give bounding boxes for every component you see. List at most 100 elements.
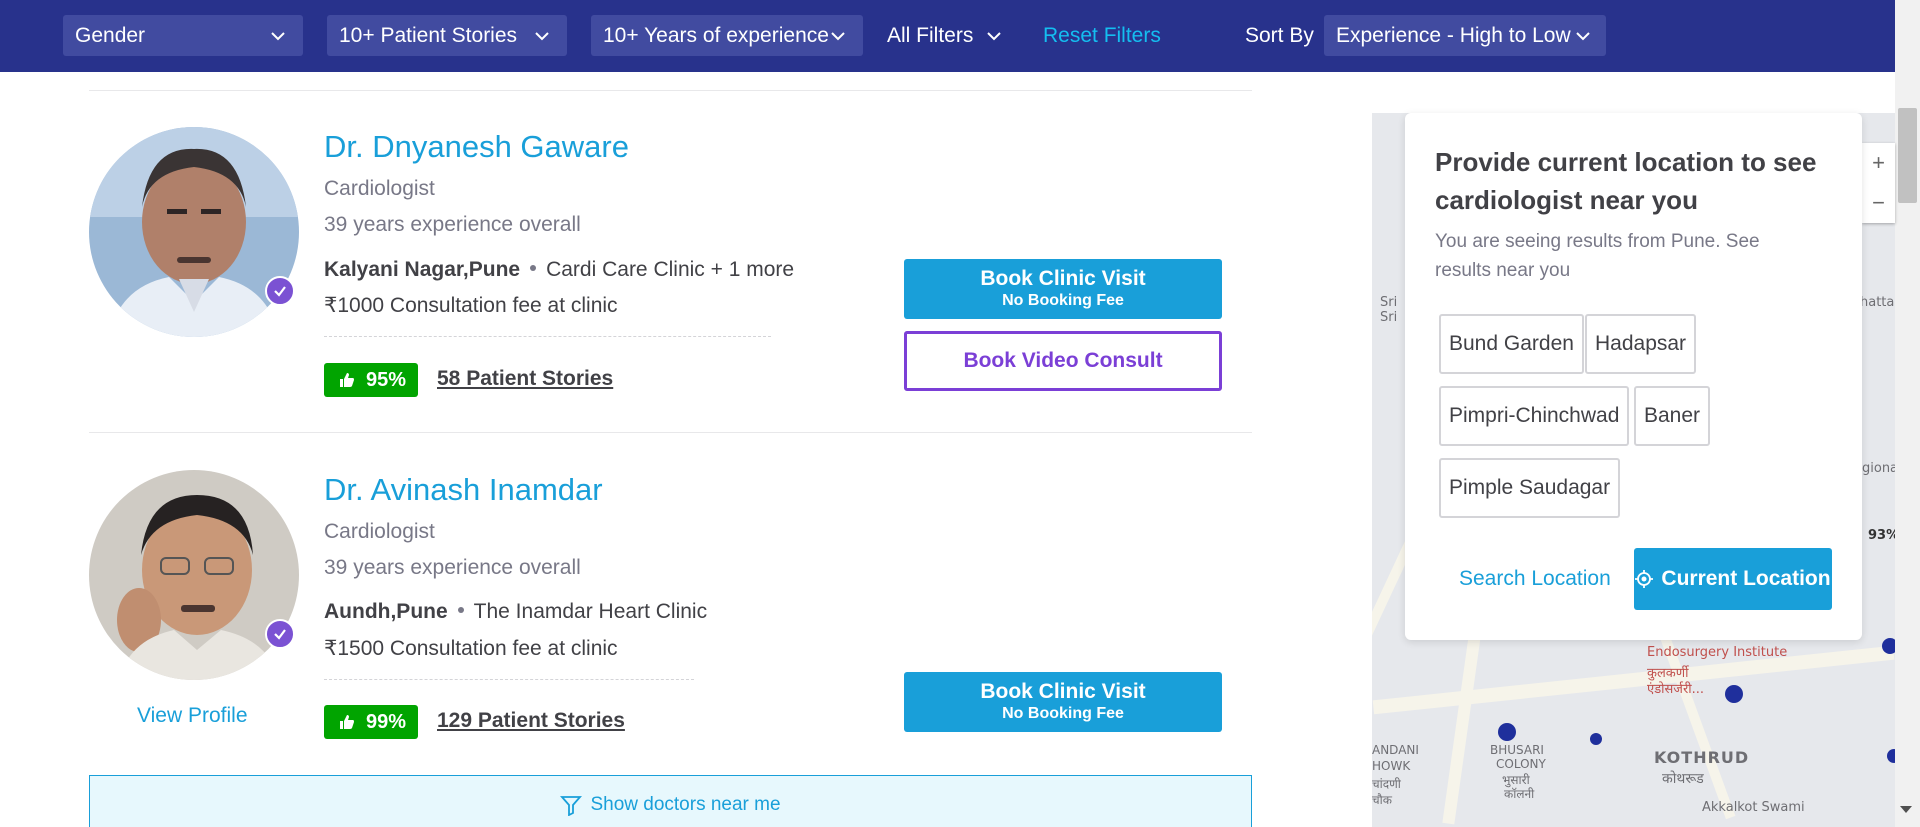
book-clinic-visit-button[interactable]: Book Clinic Visit No Booking Fee bbox=[904, 259, 1222, 319]
chevron-down-icon bbox=[271, 32, 285, 41]
map-label: ANDANI bbox=[1372, 743, 1419, 757]
gender-filter[interactable]: Gender bbox=[63, 15, 303, 56]
map-label: चौक bbox=[1372, 793, 1392, 807]
dashed-divider bbox=[324, 679, 694, 680]
sort-by-label: Sort By bbox=[1245, 23, 1314, 47]
current-location-label: Current Location bbox=[1661, 567, 1831, 590]
doctor-photo[interactable] bbox=[89, 470, 299, 680]
map-label: COLONY bbox=[1496, 757, 1546, 771]
map-label: चांदणी bbox=[1372, 777, 1401, 791]
verified-badge-icon bbox=[265, 276, 295, 306]
doctor-name[interactable]: Dr. Dnyanesh Gaware bbox=[324, 129, 629, 165]
chevron-down-icon bbox=[987, 31, 1002, 40]
locate-target-icon bbox=[1635, 570, 1654, 588]
clinic-name[interactable]: The Inamdar Heart Clinic bbox=[474, 600, 707, 623]
book-clinic-visit-label: Book Clinic Visit bbox=[980, 680, 1146, 703]
doctor-specialty: Cardiologist bbox=[324, 177, 435, 200]
location-chip-hadapsar[interactable]: Hadapsar bbox=[1585, 314, 1697, 374]
search-location-link[interactable]: Search Location bbox=[1459, 567, 1611, 591]
chevron-down-icon bbox=[831, 32, 845, 41]
rating-badge: 95% bbox=[324, 363, 419, 397]
experience-filter[interactable]: 10+ Years of experience bbox=[591, 15, 863, 56]
experience-filter-label: 10+ Years of experience bbox=[603, 23, 829, 47]
doctor-location: Kalyani Nagar,Pune Cardi Care Clinic + 1 … bbox=[324, 258, 794, 282]
show-doctors-near-me-button[interactable]: Show doctors near me bbox=[89, 775, 1252, 827]
doctor-photo[interactable] bbox=[89, 127, 299, 337]
current-location-button[interactable]: Current Location bbox=[1634, 548, 1832, 610]
location-popup-subtitle: You are seeing results from Pune. See re… bbox=[1435, 231, 1760, 281]
map-label: HOWK bbox=[1372, 759, 1411, 773]
map-label: Endosurgery Institute bbox=[1647, 645, 1788, 660]
doctor-map-marker[interactable] bbox=[1590, 733, 1602, 745]
thumbs-up-icon bbox=[340, 715, 354, 729]
location-area[interactable]: Kalyani Nagar,Pune bbox=[324, 258, 520, 281]
map-label: Akkalkot Swami bbox=[1702, 800, 1805, 815]
map-zoom-controls: + − bbox=[1862, 143, 1895, 223]
zoom-in-button[interactable]: + bbox=[1862, 143, 1895, 183]
separator-dot bbox=[457, 607, 464, 614]
location-chip-pimple-saudagar[interactable]: Pimple Saudagar bbox=[1439, 458, 1621, 518]
location-popup-title: Provide current location to see cardiolo… bbox=[1435, 147, 1817, 215]
map-label: hatta bbox=[1860, 295, 1895, 310]
book-video-consult-button[interactable]: Book Video Consult bbox=[904, 331, 1222, 391]
doctor-photo-image bbox=[89, 127, 299, 337]
rating-badge: 99% bbox=[324, 705, 419, 739]
doctor-specialty: Cardiologist bbox=[324, 520, 435, 543]
map-label: KOTHRUD bbox=[1654, 748, 1750, 767]
location-area[interactable]: Aundh,Pune bbox=[324, 600, 448, 623]
doctor-location: Aundh,Pune The Inamdar Heart Clinic bbox=[324, 600, 707, 624]
patient-stories-filter-label: 10+ Patient Stories bbox=[339, 23, 518, 47]
patient-stories-filter[interactable]: 10+ Patient Stories bbox=[327, 15, 567, 56]
doctor-map-marker[interactable] bbox=[1887, 749, 1895, 763]
reset-filters-link[interactable]: Reset Filters bbox=[1043, 15, 1161, 56]
verified-badge-icon bbox=[265, 619, 295, 649]
all-filters-button[interactable]: All Filters bbox=[887, 15, 1003, 56]
separator-dot bbox=[530, 265, 537, 272]
location-chip-pimpri-chinchwad[interactable]: Pimpri-Chinchwad bbox=[1439, 386, 1630, 446]
clinic-name[interactable]: Cardi Care Clinic + 1 more bbox=[546, 258, 794, 281]
scroll-down-arrow[interactable] bbox=[1900, 806, 1912, 813]
book-clinic-visit-button[interactable]: Book Clinic Visit No Booking Fee bbox=[904, 672, 1222, 732]
thumbs-up-icon bbox=[340, 373, 354, 387]
location-chip-bund-garden[interactable]: Bund Garden bbox=[1439, 314, 1584, 374]
divider bbox=[89, 432, 1252, 433]
chevron-down-icon bbox=[535, 32, 549, 41]
show-doctors-near-me-label: Show doctors near me bbox=[590, 794, 781, 815]
sort-select[interactable]: Experience - High to Low bbox=[1324, 15, 1606, 56]
all-filters-label: All Filters bbox=[887, 23, 974, 47]
zoom-out-button[interactable]: − bbox=[1862, 183, 1895, 223]
doctor-photo-image bbox=[89, 470, 299, 680]
book-clinic-visit-label: Book Clinic Visit bbox=[980, 267, 1146, 290]
chevron-down-icon bbox=[1576, 32, 1590, 41]
doctor-map-marker[interactable] bbox=[1882, 638, 1895, 654]
location-popup: Provide current location to see cardiolo… bbox=[1405, 113, 1862, 640]
filter-funnel-icon bbox=[560, 796, 583, 816]
location-chip-baner[interactable]: Baner bbox=[1634, 386, 1711, 446]
doctor-experience: 39 years experience overall bbox=[324, 213, 581, 236]
map-label: एंडोसर्जरी... bbox=[1647, 682, 1705, 697]
no-booking-fee-label: No Booking Fee bbox=[1002, 292, 1124, 309]
divider bbox=[89, 90, 1252, 91]
map-label: gional bbox=[1862, 461, 1895, 476]
doctor-map-marker[interactable] bbox=[1498, 723, 1516, 741]
doctor-map-marker[interactable] bbox=[1725, 685, 1743, 703]
dashed-divider bbox=[324, 336, 771, 337]
doctor-experience: 39 years experience overall bbox=[324, 556, 581, 579]
rating-value: 99% bbox=[366, 710, 407, 733]
rating-value: 95% bbox=[366, 368, 407, 391]
map-label: कॉलनी bbox=[1504, 787, 1535, 801]
consultation-fee: ₹1000 Consultation fee at clinic bbox=[324, 294, 618, 317]
map-label: 93% bbox=[1868, 528, 1895, 543]
gender-filter-label: Gender bbox=[75, 23, 146, 47]
map-road bbox=[1372, 645, 1895, 715]
consultation-fee: ₹1500 Consultation fee at clinic bbox=[324, 637, 618, 660]
map-label: BHUSARI bbox=[1490, 743, 1544, 757]
patient-stories-link[interactable]: 58 Patient Stories bbox=[437, 367, 613, 391]
doctor-name[interactable]: Dr. Avinash Inamdar bbox=[324, 472, 603, 508]
view-profile-link[interactable]: View Profile bbox=[137, 704, 248, 728]
filter-bar: Gender 10+ Patient Stories 10+ Years of … bbox=[0, 0, 1895, 72]
map-label: Sri bbox=[1380, 310, 1398, 325]
scrollbar-thumb[interactable] bbox=[1898, 108, 1917, 203]
patient-stories-link[interactable]: 129 Patient Stories bbox=[437, 709, 625, 733]
sort-select-value: Experience - High to Low bbox=[1336, 23, 1571, 47]
